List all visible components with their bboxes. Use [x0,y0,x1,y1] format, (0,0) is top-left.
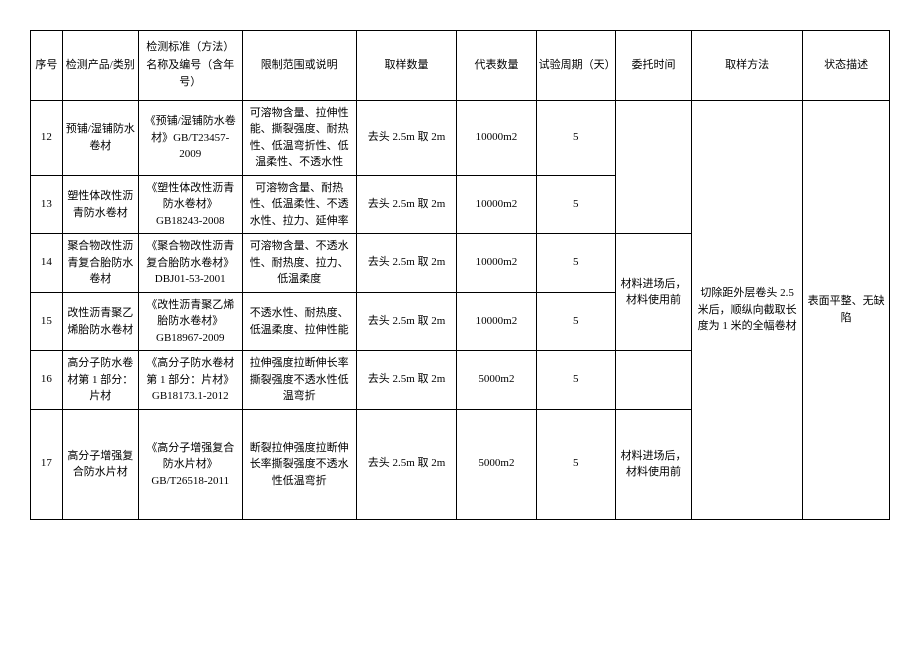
header-product: 检测产品/类别 [62,31,138,101]
header-status: 状态描述 [803,31,890,101]
cell-standard: 《塑性体改性沥青防水卷材》GB18243-2008 [138,175,242,234]
cell-standard: 《预铺/湿铺防水卷材》GB/T23457-2009 [138,100,242,175]
cell-limit: 可溶物含量、耐热性、低温柔性、不透水性、拉力、延伸率 [242,175,356,234]
cell-limit: 可溶物含量、拉伸性能、撕裂强度、耐热性、低温弯折性、低温柔性、不透水性 [242,100,356,175]
cell-seq: 12 [31,100,63,175]
cell-product: 聚合物改性沥青复合胎防水卷材 [62,234,138,293]
cell-limit: 断裂拉伸强度拉断伸长率撕裂强度不透水性低温弯折 [242,409,356,519]
cell-rep-qty: 10000m2 [457,234,536,293]
cell-product: 高分子增强复合防水片材 [62,409,138,519]
header-entrust-time: 委托时间 [615,31,691,101]
cell-rep-qty: 5000m2 [457,351,536,410]
cell-limit: 不透水性、耐热度、低温柔度、拉伸性能 [242,292,356,351]
cell-entrust-blank [615,100,691,234]
cell-method: 切除距外层卷头 2.5 米后，顺纵向截取长度为 1 米的全幅卷材 [692,100,803,519]
header-standard: 检测标准（方法）名称及编号（含年号） [138,31,242,101]
cell-status: 表面平整、无缺陷 [803,100,890,519]
cell-rep-qty: 10000m2 [457,175,536,234]
header-method: 取样方法 [692,31,803,101]
cell-entrust-blank [615,351,691,410]
cell-sample-qty: 去头 2.5m 取 2m [356,351,456,410]
cell-rep-qty: 10000m2 [457,100,536,175]
cell-standard: 《聚合物改性沥青复合胎防水卷材》DBJ01-53-2001 [138,234,242,293]
cell-product: 高分子防水卷材第 1 部分：片材 [62,351,138,410]
cell-seq: 17 [31,409,63,519]
table-header-row: 序号 检测产品/类别 检测标准（方法）名称及编号（含年号） 限制范围或说明 取样… [31,31,890,101]
cell-seq: 15 [31,292,63,351]
cell-sample-qty: 去头 2.5m 取 2m [356,100,456,175]
cell-standard: 《高分子增强复合防水片材》GB/T26518-2011 [138,409,242,519]
table-row: 12 预铺/湿铺防水卷材 《预铺/湿铺防水卷材》GB/T23457-2009 可… [31,100,890,175]
cell-limit: 拉伸强度拉断伸长率撕裂强度不透水性低温弯折 [242,351,356,410]
cell-sample-qty: 去头 2.5m 取 2m [356,409,456,519]
cell-seq: 16 [31,351,63,410]
header-rep-qty: 代表数量 [457,31,536,101]
cell-product: 改性沥青聚乙烯胎防水卷材 [62,292,138,351]
cell-cycle: 5 [536,351,615,410]
cell-limit: 可溶物含量、不透水性、耐热度、拉力、低温柔度 [242,234,356,293]
header-seq: 序号 [31,31,63,101]
cell-cycle: 5 [536,175,615,234]
cell-standard: 《改性沥青聚乙烯胎防水卷材》GB18967-2009 [138,292,242,351]
header-sample-qty: 取样数量 [356,31,456,101]
cell-product: 塑性体改性沥青防水卷材 [62,175,138,234]
cell-seq: 13 [31,175,63,234]
cell-sample-qty: 去头 2.5m 取 2m [356,234,456,293]
inspection-table: 序号 检测产品/类别 检测标准（方法）名称及编号（含年号） 限制范围或说明 取样… [30,30,890,520]
cell-rep-qty: 10000m2 [457,292,536,351]
cell-product: 预铺/湿铺防水卷材 [62,100,138,175]
cell-entrust-time: 材料进场后，材料使用前 [615,234,691,351]
header-cycle: 试验周期（天） [536,31,615,101]
cell-cycle: 5 [536,100,615,175]
cell-cycle: 5 [536,234,615,293]
cell-cycle: 5 [536,409,615,519]
cell-rep-qty: 5000m2 [457,409,536,519]
cell-standard: 《高分子防水卷材第 1 部分：片材》GB18173.1-2012 [138,351,242,410]
cell-sample-qty: 去头 2.5m 取 2m [356,175,456,234]
header-limit: 限制范围或说明 [242,31,356,101]
cell-entrust-time: 材料进场后，材料使用前 [615,409,691,519]
cell-sample-qty: 去头 2.5m 取 2m [356,292,456,351]
cell-cycle: 5 [536,292,615,351]
cell-seq: 14 [31,234,63,293]
